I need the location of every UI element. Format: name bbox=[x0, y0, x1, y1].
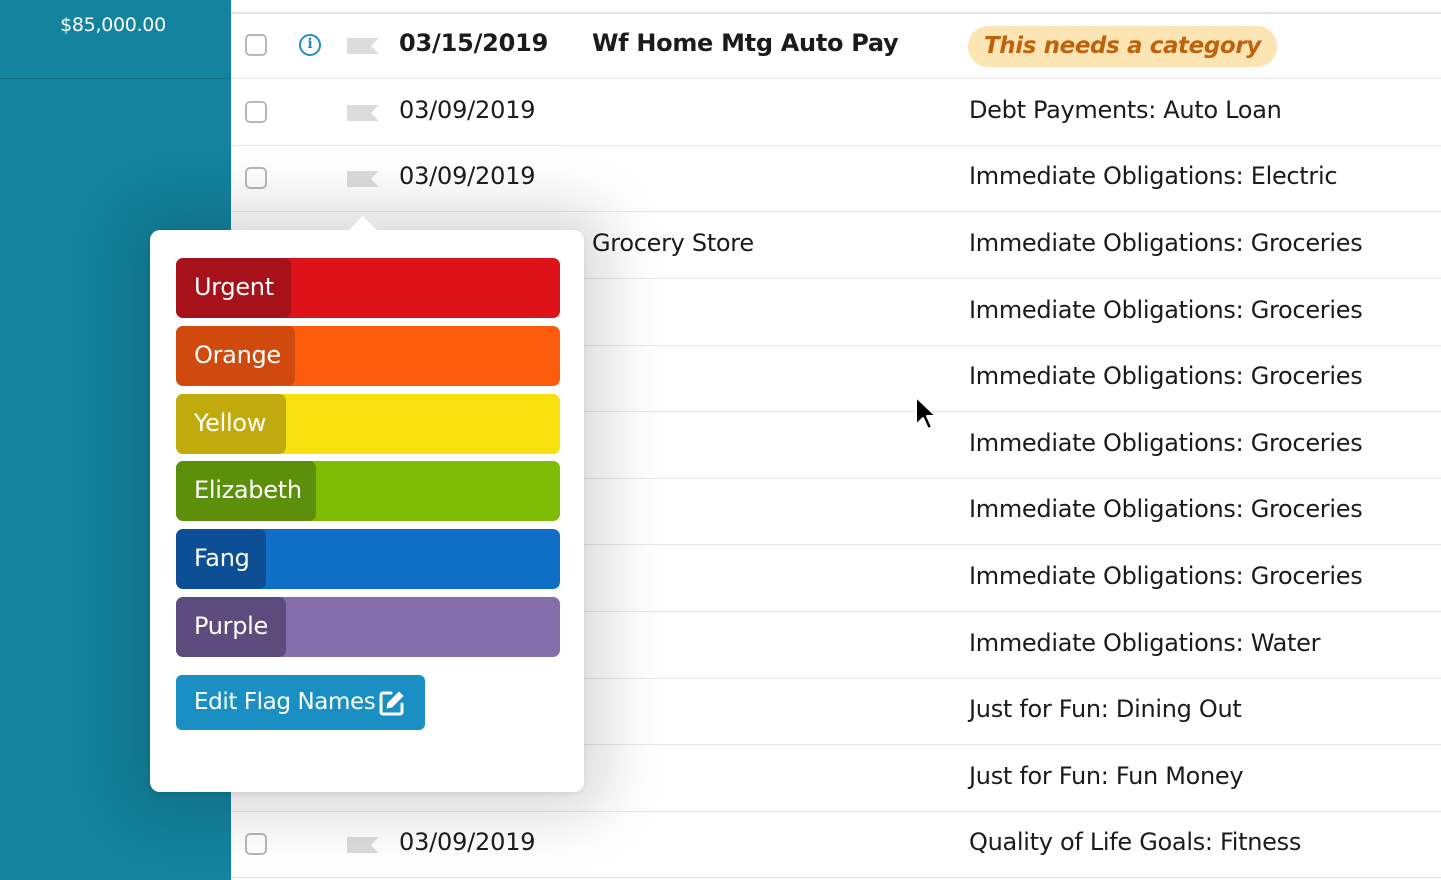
flag-option-label: Orange bbox=[194, 341, 281, 369]
row-payee[interactable]: Wf Home Mtg Auto Pay bbox=[592, 29, 899, 57]
flag-option-purple[interactable]: Purple bbox=[176, 597, 560, 657]
flag-icon[interactable] bbox=[347, 837, 379, 853]
flag-icon[interactable] bbox=[347, 105, 379, 121]
account-balance: $85,000.00 bbox=[60, 14, 166, 36]
edit-flag-names-button[interactable]: Edit Flag Names bbox=[176, 675, 425, 730]
flag-option-yellow[interactable]: Yellow bbox=[176, 394, 560, 454]
mouse-cursor-icon bbox=[915, 396, 937, 430]
row-category[interactable]: Just for Fun: Fun Money bbox=[969, 762, 1244, 790]
flag-popover: Urgent Orange Yellow Elizabeth Fang Purp… bbox=[150, 216, 584, 792]
row-category[interactable]: Debt Payments: Auto Loan bbox=[969, 96, 1282, 124]
pencil-square-icon bbox=[379, 691, 404, 716]
row-payee[interactable]: Grocery Store bbox=[592, 229, 754, 257]
row-category[interactable]: Immediate Obligations: Electric bbox=[969, 162, 1338, 190]
row-checkbox[interactable] bbox=[245, 833, 267, 855]
flag-option-label: Urgent bbox=[194, 273, 274, 301]
row-category[interactable]: Immediate Obligations: Groceries bbox=[969, 362, 1363, 390]
row-category[interactable]: Immediate Obligations: Groceries bbox=[969, 562, 1363, 590]
table-row[interactable]: i 03/15/2019 Wf Home Mtg Auto Pay This n… bbox=[231, 13, 1441, 79]
flag-option-orange[interactable]: Orange bbox=[176, 326, 560, 386]
info-icon[interactable]: i bbox=[299, 34, 321, 56]
row-date: 03/15/2019 bbox=[399, 29, 549, 57]
flag-icon[interactable] bbox=[347, 171, 379, 187]
flag-option-label: Purple bbox=[194, 612, 268, 640]
row-category[interactable]: Immediate Obligations: Groceries bbox=[969, 229, 1363, 257]
row-checkbox[interactable] bbox=[245, 34, 267, 56]
row-category[interactable]: Immediate Obligations: Groceries bbox=[969, 495, 1363, 523]
row-date: 03/09/2019 bbox=[399, 828, 536, 856]
row-category[interactable]: Immediate Obligations: Water bbox=[969, 629, 1320, 657]
row-date: 03/09/2019 bbox=[399, 96, 536, 124]
flag-option-label: Yellow bbox=[194, 409, 267, 437]
edit-flag-names-label: Edit Flag Names bbox=[194, 689, 376, 715]
needs-category-badge[interactable]: This needs a category bbox=[968, 26, 1277, 67]
row-category[interactable]: Quality of Life Goals: Fitness bbox=[969, 828, 1301, 856]
row-checkbox[interactable] bbox=[245, 167, 267, 189]
row-category[interactable]: Immediate Obligations: Groceries bbox=[969, 296, 1363, 324]
row-category[interactable]: Immediate Obligations: Groceries bbox=[969, 429, 1363, 457]
flag-icon[interactable] bbox=[347, 38, 379, 54]
row-checkbox[interactable] bbox=[245, 101, 267, 123]
sidebar-divider bbox=[0, 78, 231, 79]
flag-option-fang[interactable]: Fang bbox=[176, 529, 560, 589]
table-row[interactable]: 03/09/2019 Debt Payments: Auto Loan bbox=[231, 80, 1441, 146]
flag-option-urgent[interactable]: Urgent bbox=[176, 258, 560, 318]
flag-option-label: Fang bbox=[194, 544, 250, 572]
flag-option-elizabeth[interactable]: Elizabeth bbox=[176, 461, 560, 521]
table-row[interactable]: 03/09/2019 Immediate Obligations: Electr… bbox=[231, 146, 1441, 212]
row-category[interactable]: Just for Fun: Dining Out bbox=[969, 695, 1242, 723]
popover-arrow bbox=[348, 216, 378, 231]
row-date: 03/09/2019 bbox=[399, 162, 536, 190]
flag-option-label: Elizabeth bbox=[194, 476, 302, 504]
table-row[interactable]: 03/09/2019 Quality of Life Goals: Fitnes… bbox=[231, 812, 1441, 878]
